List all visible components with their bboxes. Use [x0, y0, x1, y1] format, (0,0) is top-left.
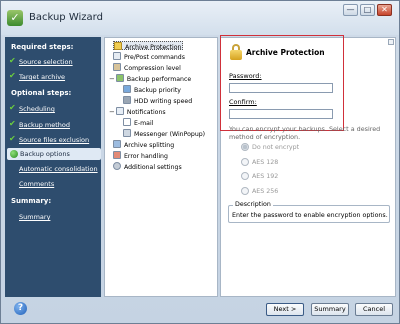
radio-label: AES 128: [252, 159, 279, 166]
tree-item-pre-post-commands[interactable]: Pre/Post commands: [113, 52, 185, 61]
step-backup-options-active[interactable]: Backup options: [7, 148, 101, 160]
tree-item-additional-settings[interactable]: Additional settings: [113, 162, 182, 171]
tree-item-archive-protection[interactable]: Archive Protection: [113, 41, 183, 51]
radio-icon: [241, 187, 249, 195]
title-bar: ✓ Backup Wizard — □ ✕: [1, 1, 399, 35]
radio-icon: [241, 172, 249, 180]
radio-label: AES 256: [252, 188, 279, 195]
tree-item-error-handling[interactable]: Error handling: [113, 151, 168, 160]
performance-icon: [115, 74, 124, 82]
step-comments[interactable]: Comments: [19, 180, 54, 188]
tree-item-notifications[interactable]: − Notifications: [109, 107, 166, 116]
wizard-steps-sidebar: Required steps: ✔ Source selection ✔ Tar…: [5, 37, 101, 297]
tree-item-label: Error handling: [124, 153, 168, 160]
check-icon: ✔: [9, 103, 16, 112]
error-icon: [113, 151, 121, 159]
help-icon[interactable]: ?: [14, 302, 27, 315]
splitting-icon: [113, 140, 121, 148]
tree-item-hdd-writing-speed[interactable]: HDD writing speed: [123, 96, 192, 105]
check-icon: ✔: [9, 134, 16, 143]
radio-icon: [241, 158, 249, 166]
tree-item-label: Backup performance: [126, 76, 192, 83]
email-icon: [123, 118, 131, 126]
tree-item-messenger[interactable]: Messenger (WinPopup): [123, 129, 205, 138]
step-backup-method[interactable]: Backup method: [19, 121, 70, 129]
current-step-icon: [10, 150, 18, 158]
step-backup-options-label: Backup options: [20, 150, 70, 158]
maximize-button[interactable]: □: [360, 4, 375, 16]
step-source-files-exclusion[interactable]: Source files exclusion: [19, 136, 89, 144]
radio-do-not-encrypt[interactable]: Do not encrypt: [241, 143, 299, 151]
tree-item-label: Backup priority: [134, 87, 181, 94]
check-icon: ✔: [9, 119, 16, 128]
highlight-box: [220, 35, 344, 131]
close-button[interactable]: ✕: [377, 4, 392, 16]
tree-item-label: Pre/Post commands: [124, 54, 185, 61]
step-source-selection[interactable]: Source selection: [19, 58, 73, 66]
collapse-icon[interactable]: −: [109, 75, 115, 83]
radio-icon: [241, 143, 249, 151]
description-text: Enter the password to enable encryption …: [232, 212, 388, 219]
next-button[interactable]: Next >: [266, 303, 304, 316]
tree-item-backup-performance[interactable]: − Backup performance: [109, 74, 191, 83]
radio-label: Do not encrypt: [252, 144, 300, 151]
settings-icon: [113, 162, 121, 170]
tree-item-label: HDD writing speed: [134, 98, 193, 105]
tree-item-label: Archive splitting: [124, 142, 175, 149]
optional-steps-heading: Optional steps:: [11, 89, 72, 97]
tree-item-label: Compression level: [124, 65, 181, 72]
tree-item-compression-level[interactable]: Compression level: [113, 63, 181, 72]
step-scheduling[interactable]: Scheduling: [19, 105, 55, 113]
notifications-icon: [115, 107, 124, 115]
required-steps-heading: Required steps:: [11, 43, 74, 51]
step-summary[interactable]: Summary: [19, 213, 50, 221]
description-heading: Description: [233, 201, 273, 208]
cancel-button[interactable]: Cancel: [355, 303, 393, 316]
collapse-icon[interactable]: −: [109, 108, 115, 116]
tree-item-archive-splitting[interactable]: Archive splitting: [113, 140, 174, 149]
step-automatic-consolidation[interactable]: Automatic consolidation: [19, 165, 98, 173]
minimize-button[interactable]: —: [343, 4, 358, 16]
lock-icon: [114, 42, 122, 50]
tree-item-label: E-mail: [134, 120, 154, 127]
messenger-icon: [123, 129, 131, 137]
window-title: Backup Wizard: [29, 12, 103, 23]
tree-item-label: Notifications: [126, 109, 166, 116]
encryption-info: You can encrypt your backups. Select a d…: [229, 125, 381, 141]
panel-corner-icon: [388, 39, 394, 45]
radio-aes-192[interactable]: AES 192: [241, 172, 278, 180]
compression-icon: [113, 63, 121, 71]
radio-label: AES 192: [252, 173, 279, 180]
check-icon: ✔: [9, 71, 16, 80]
options-tree: Archive Protection Pre/Post commands Com…: [104, 37, 218, 297]
priority-icon: [123, 85, 131, 93]
tree-item-label: Messenger (WinPopup): [134, 131, 206, 138]
step-target-archive[interactable]: Target archive: [19, 73, 65, 81]
radio-aes-128[interactable]: AES 128: [241, 158, 278, 166]
tree-item-label: Archive Protection: [125, 44, 182, 51]
check-icon: ✔: [9, 56, 16, 65]
tree-item-label: Additional settings: [124, 164, 182, 171]
hdd-icon: [123, 96, 131, 104]
backup-wizard-window: ✓ Backup Wizard — □ ✕ Required steps: ✔ …: [0, 0, 400, 324]
summary-heading: Summary:: [11, 197, 52, 205]
summary-button[interactable]: Summary: [311, 303, 349, 316]
tree-item-email[interactable]: E-mail: [123, 118, 153, 127]
tree-item-backup-priority[interactable]: Backup priority: [123, 85, 181, 94]
commands-icon: [113, 52, 121, 60]
app-icon: ✓: [7, 10, 23, 26]
radio-aes-256[interactable]: AES 256: [241, 187, 278, 195]
